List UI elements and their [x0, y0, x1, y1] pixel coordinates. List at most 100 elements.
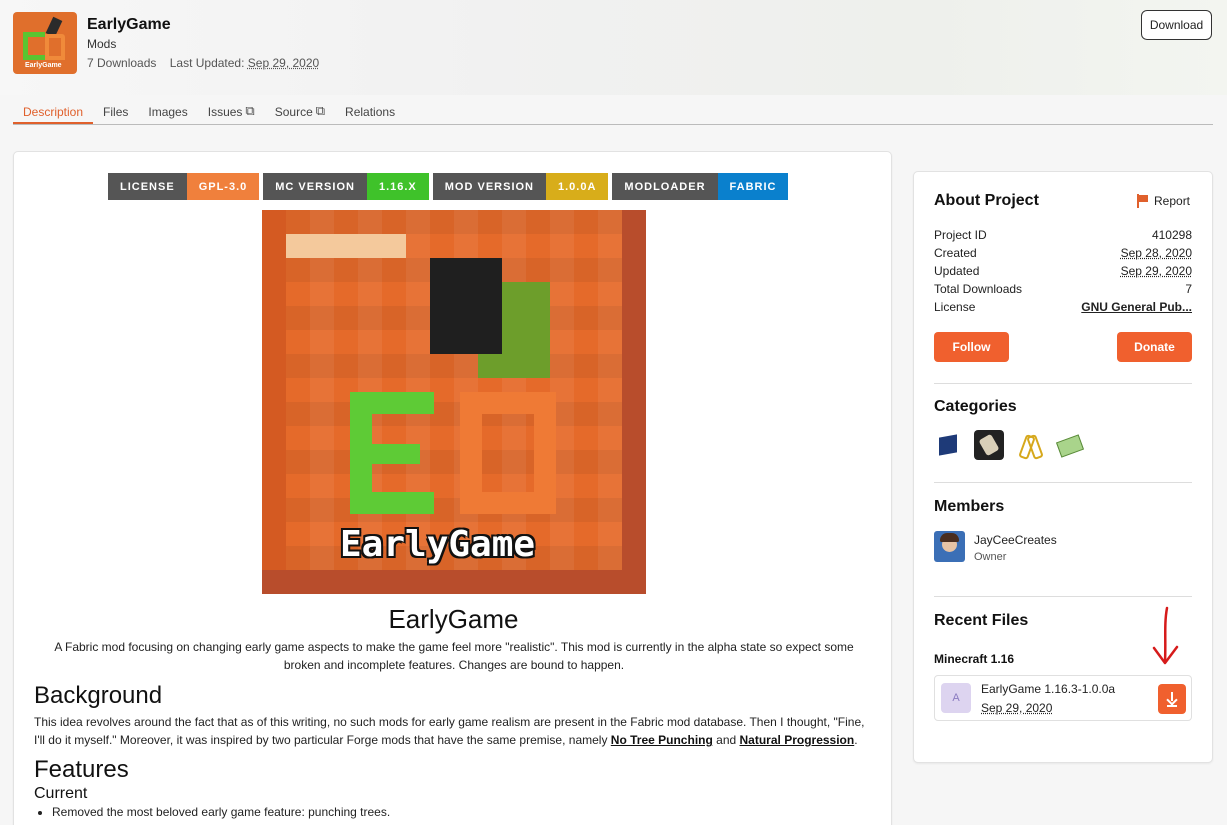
- logo-border-bottom: [262, 570, 646, 594]
- list-item: Removed the most beloved early game feat…: [52, 805, 390, 819]
- scroll-icon[interactable]: [974, 430, 1004, 460]
- annotation-arrow-icon: [1152, 606, 1179, 665]
- project-info-table: Project ID 410298 Created Sep 28, 2020 U…: [934, 228, 1192, 318]
- project-title: EarlyGame: [87, 16, 171, 33]
- flag-icon: [1136, 194, 1148, 208]
- tab-images[interactable]: Images: [138, 100, 197, 124]
- recent-files-title: Recent Files: [934, 612, 1029, 629]
- project-stats: 7 Downloads Last Updated: Sep 29, 2020: [87, 56, 319, 70]
- features-heading: Features: [34, 756, 129, 783]
- info-label: License: [934, 300, 976, 314]
- download-icon: [1167, 705, 1177, 707]
- mod-version-badge: MOD VERSION 1.0.0A: [432, 173, 609, 200]
- cube-icon[interactable]: [934, 430, 964, 460]
- divider: [934, 482, 1192, 483]
- badge-value: FABRIC: [717, 173, 789, 200]
- project-header: EarlyGame EarlyGame Mods 7 Downloads Las…: [13, 12, 319, 74]
- logo-stick: [430, 258, 502, 354]
- info-value: Sep 28, 2020: [1120, 246, 1192, 260]
- info-label: Updated: [934, 264, 980, 278]
- license-link[interactable]: GNU General Pub...: [1081, 300, 1192, 318]
- current-features-list: Removed the most beloved early game feat…: [52, 805, 390, 819]
- download-button[interactable]: Download: [1141, 10, 1212, 40]
- badge-value: 1.16.X: [366, 173, 429, 200]
- external-link-icon: ⧉: [315, 103, 326, 118]
- download-count: 7 Downloads: [87, 56, 157, 70]
- badge-value: 1.0.0A: [546, 173, 609, 200]
- mc-version-badge: MC VERSION 1.16.X: [263, 173, 429, 200]
- logo-letter-g: [460, 392, 556, 514]
- project-type[interactable]: Mods: [87, 37, 319, 51]
- avatar-letter-e: [23, 32, 45, 60]
- info-label: Project ID: [934, 228, 987, 242]
- divider: [934, 383, 1192, 384]
- info-row-license: License GNU General Pub...: [934, 300, 1192, 318]
- member-item[interactable]: JayCeeCreates Owner: [934, 531, 1057, 563]
- background-heading: Background: [34, 682, 163, 709]
- mod-logo-image: EarlyGame: [262, 210, 646, 594]
- external-link-icon: ⧉: [245, 103, 255, 118]
- last-updated-date: Sep 29, 2020: [247, 56, 320, 70]
- logo-border-right: [622, 210, 646, 594]
- description-title: EarlyGame: [388, 604, 519, 634]
- file-name[interactable]: EarlyGame 1.16.3-1.0.0a: [981, 682, 1115, 696]
- category-icons: [934, 430, 1084, 460]
- license-badge: LICENSE GPL-3.0: [108, 173, 260, 200]
- modloader-badge: MODLOADER FABRIC: [612, 173, 789, 200]
- divider: [934, 596, 1192, 597]
- release-type-badge: A: [941, 683, 971, 713]
- tab-label: Relations: [345, 105, 396, 119]
- about-project-card: About Project Report Project ID 410298 C…: [913, 171, 1213, 763]
- report-button[interactable]: Report: [1136, 194, 1190, 208]
- avatar-text: EarlyGame: [25, 62, 62, 69]
- logo-border-left: [262, 210, 286, 594]
- info-label: Created: [934, 246, 977, 260]
- description-card: LICENSE GPL-3.0 MC VERSION 1.16.X MOD VE…: [13, 151, 892, 825]
- badge-key: MODLOADER: [612, 173, 718, 200]
- avatar[interactable]: [934, 531, 965, 562]
- info-value: 7: [1185, 282, 1192, 296]
- info-row-created: Created Sep 28, 2020: [934, 246, 1192, 264]
- info-row-updated: Updated Sep 29, 2020: [934, 264, 1192, 282]
- current-heading: Current: [34, 785, 88, 802]
- logo-letter-e-bar: [372, 444, 420, 464]
- info-value: 410298: [1151, 228, 1192, 242]
- logo-highlight: [286, 234, 406, 258]
- tool-icon[interactable]: [1014, 430, 1044, 460]
- tab-issues[interactable]: Issues ⧉: [198, 100, 265, 124]
- tab-label: Source: [274, 105, 313, 119]
- logo-wordmark: EarlyGame: [340, 524, 536, 565]
- donate-button[interactable]: Donate: [1117, 332, 1192, 362]
- map-icon[interactable]: [1054, 430, 1084, 460]
- background-paragraph: This idea revolves around the fact that …: [34, 713, 874, 749]
- tab-label: Issues: [207, 105, 243, 119]
- tab-files[interactable]: Files: [93, 100, 138, 124]
- natural-progression-link[interactable]: Natural Progression: [740, 733, 855, 747]
- file-download-button[interactable]: [1158, 684, 1186, 714]
- tab-description[interactable]: Description: [13, 100, 94, 124]
- recent-file-item[interactable]: A EarlyGame 1.16.3-1.0.0a Sep 29, 2020: [934, 675, 1192, 721]
- follow-button[interactable]: Follow: [934, 332, 1009, 362]
- tab-source[interactable]: Source ⧉: [265, 100, 335, 124]
- project-meta: EarlyGame Mods 7 Downloads Last Updated:…: [87, 12, 319, 74]
- badge-value: GPL-3.0: [186, 173, 260, 200]
- member-name[interactable]: JayCeeCreates: [974, 533, 1057, 547]
- badge-key: LICENSE: [108, 173, 187, 200]
- members-title: Members: [934, 498, 1005, 515]
- description-summary: A Fabric mod focusing on changing early …: [54, 640, 854, 672]
- file-date: Sep 29, 2020: [981, 700, 1053, 715]
- project-avatar[interactable]: EarlyGame: [13, 12, 77, 74]
- report-label: Report: [1154, 194, 1191, 208]
- tab-label: Images: [148, 105, 188, 119]
- info-value: Sep 29, 2020: [1120, 264, 1192, 278]
- info-row-total-downloads: Total Downloads 7: [934, 282, 1192, 300]
- badge-row: LICENSE GPL-3.0 MC VERSION 1.16.X MOD VE…: [108, 173, 789, 200]
- tab-relations[interactable]: Relations: [335, 100, 405, 124]
- member-role: Owner: [974, 551, 1007, 563]
- badge-key: MC VERSION: [263, 173, 367, 200]
- background-end: .: [854, 733, 858, 747]
- no-tree-punching-link[interactable]: No Tree Punching: [611, 733, 713, 747]
- categories-title: Categories: [934, 398, 1017, 415]
- tab-label: Description: [23, 105, 84, 119]
- info-label: Total Downloads: [934, 282, 1023, 296]
